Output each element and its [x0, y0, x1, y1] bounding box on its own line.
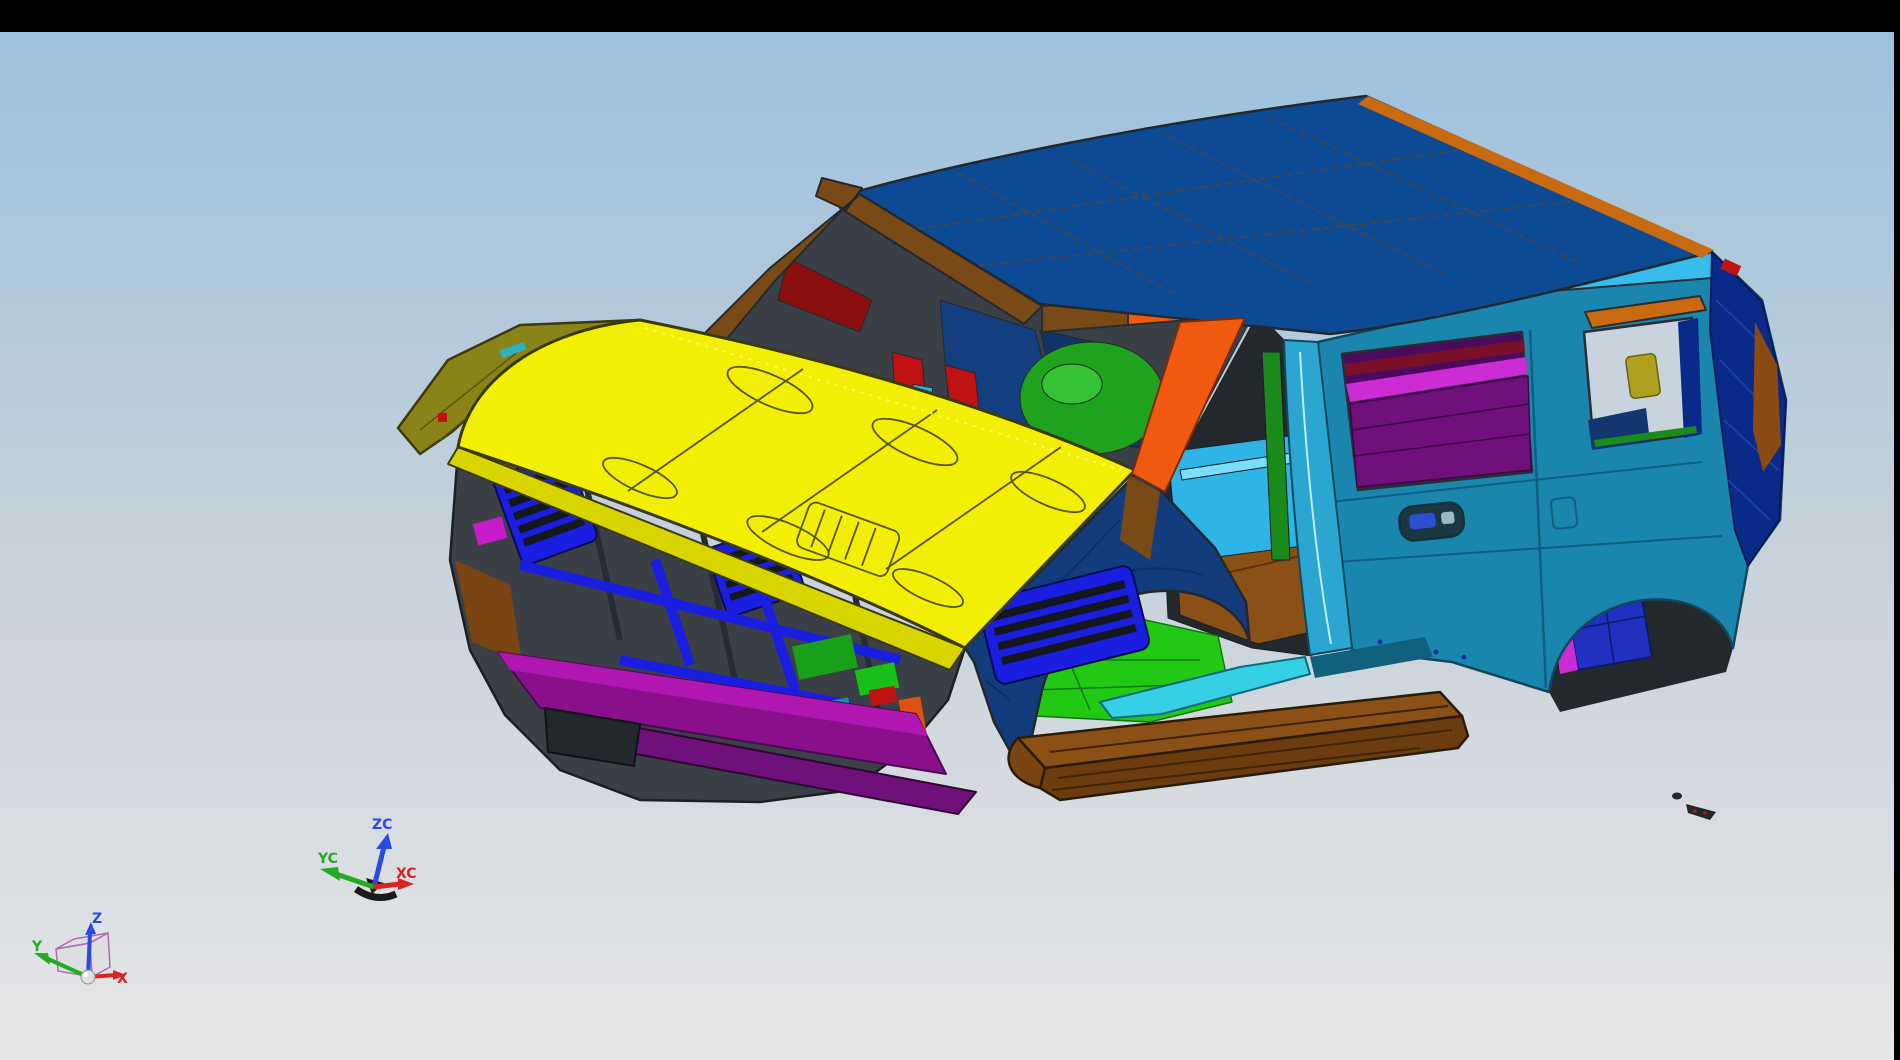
datum-x-label: X — [117, 971, 128, 987]
fender-red-bit — [438, 413, 447, 422]
fuel-door — [1550, 497, 1577, 529]
wcs-x-label: XC — [396, 866, 417, 882]
door-handle — [1398, 501, 1465, 542]
wcs-y-label: YC — [317, 851, 338, 867]
application-window: ZC YC XC Z — [0, 0, 1900, 1060]
datum-y-label: Y — [31, 939, 43, 955]
datum-z-label: Z — [92, 911, 102, 927]
rear-door-window — [1342, 332, 1532, 490]
window-olive-bracket — [1625, 353, 1661, 399]
right-black-bar — [1894, 0, 1900, 1060]
3d-viewport[interactable]: ZC YC XC Z — [0, 32, 1894, 1060]
top-black-bar — [0, 0, 1900, 32]
quarter-window — [1584, 318, 1702, 450]
wcs-z-label: ZC — [372, 817, 392, 833]
seat-dome-highlight — [1042, 364, 1102, 404]
datum-origin-ball — [81, 970, 95, 984]
